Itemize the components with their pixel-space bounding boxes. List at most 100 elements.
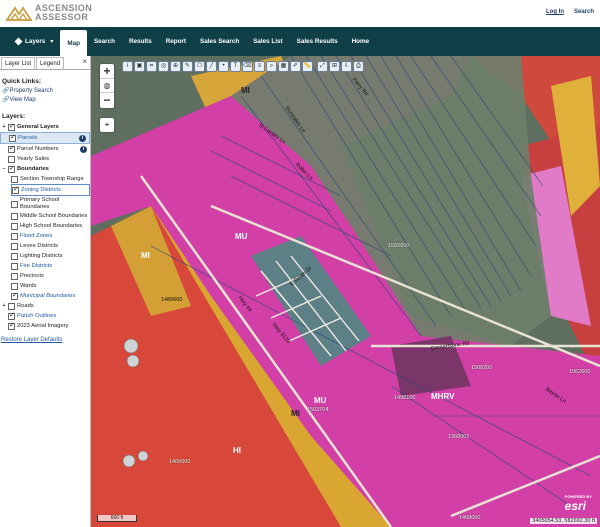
layer-yearly-sales[interactable]: Yearly Sales [0, 154, 90, 164]
nav-sales-list[interactable]: Sales List [246, 27, 289, 56]
nav-sales-search[interactable]: Sales Search [193, 27, 246, 56]
nav-layers[interactable]: Layers ▾ [8, 27, 60, 56]
globe-icon[interactable]: ◍ [100, 79, 114, 93]
layer-parcel-numbers[interactable]: Parcel Numbers i [0, 144, 90, 154]
layer-checkbox[interactable] [8, 164, 15, 174]
edit-icon[interactable]: ✐ [290, 61, 301, 72]
layer-label: Primary School Boundaries [20, 197, 60, 210]
measure-icon[interactable]: ⌗ [146, 61, 157, 72]
eraser-icon[interactable]: ⌫ [242, 61, 253, 72]
parcel-number: 1489600 [161, 297, 183, 303]
layer-checkbox[interactable] [8, 122, 15, 132]
layer-checkbox[interactable] [8, 321, 15, 331]
layer-wards[interactable]: Wards [11, 281, 90, 291]
expand-icon[interactable]: + [0, 301, 8, 311]
grid-icon[interactable]: ⊞ [329, 61, 340, 72]
layer-high-school[interactable]: High School Boundaries [11, 221, 90, 231]
identify-icon[interactable]: i [122, 61, 133, 72]
layer-primary-school[interactable]: Primary School Boundaries [11, 196, 90, 212]
nav-home[interactable]: Home [345, 27, 377, 56]
layer-checkbox[interactable] [8, 311, 15, 321]
collapse-icon[interactable]: − [0, 164, 8, 174]
export-icon[interactable]: ⇩ [341, 61, 352, 72]
fullscreen-icon[interactable]: ⤢ [317, 61, 328, 72]
top-header: ASCENSION ASSESSOR Log In Search [0, 0, 600, 27]
layer-section-township-range[interactable]: Section Township Range [11, 174, 90, 184]
tab-layer-list[interactable]: Layer List [1, 57, 36, 69]
layer-flood-zones[interactable]: Flood Zones [11, 231, 90, 241]
zoom-box-icon[interactable]: ⊕ [170, 61, 181, 72]
search-map-icon[interactable]: ⌕ [266, 61, 277, 72]
nav-sales-results[interactable]: Sales Results [290, 27, 345, 56]
layer-label: Levee Districts [20, 243, 59, 249]
buffer-icon[interactable]: ◎ [158, 61, 169, 72]
quick-link-view-map[interactable]: 🔗View Map [2, 96, 90, 105]
layer-zoning-districts[interactable]: Zoning Districts [11, 184, 90, 196]
layer-checkbox[interactable] [11, 282, 18, 290]
nav-results[interactable]: Results [122, 27, 159, 56]
text-icon[interactable]: T [230, 61, 241, 72]
layer-checkbox[interactable] [11, 262, 18, 270]
parcel-number: 1582600 [388, 243, 410, 249]
layer-checkbox[interactable] [11, 213, 18, 220]
point-icon[interactable]: • [218, 61, 229, 72]
site-logo[interactable]: ASCENSION ASSESSOR [5, 3, 92, 23]
layer-checkbox[interactable] [11, 232, 18, 240]
map-view[interactable]: MI MI MU MU MI HI MHRV 1582600 1489600 1… [91, 56, 600, 527]
layer-panel: Layer List Legend × Quick Links: 🔗Proper… [0, 56, 91, 527]
layer-aerial-2023[interactable]: 2023 Aerial Imagery [0, 321, 90, 331]
polygon-icon[interactable]: ⬠ [194, 61, 205, 72]
zone-label-mhrv: MHRV [431, 392, 455, 401]
layer-checkbox[interactable] [11, 242, 18, 250]
pencil-icon[interactable]: ✎ [182, 61, 193, 72]
zoom-in-button[interactable]: + [100, 64, 114, 79]
layers-icon[interactable]: ≡ [254, 61, 265, 72]
info-icon[interactable]: i [80, 145, 87, 153]
nav-search[interactable]: Search [87, 27, 122, 56]
layer-municipal-boundaries[interactable]: Municipal Boundaries [11, 291, 90, 301]
layer-checkbox[interactable] [11, 175, 18, 183]
layer-levee-districts[interactable]: Levee Districts [11, 241, 90, 251]
ruler-icon[interactable]: 📏 [302, 61, 313, 72]
nav-report[interactable]: Report [159, 27, 193, 56]
layer-boundaries[interactable]: − Boundaries [0, 164, 90, 174]
quick-link-property-search[interactable]: 🔗Property Search [2, 87, 90, 96]
layer-lighting-districts[interactable]: Lighting Districts [11, 251, 90, 261]
layer-parish-outlines[interactable]: Parish Outlines [0, 311, 90, 321]
layer-checkbox[interactable] [8, 302, 15, 310]
expand-icon[interactable]: + [0, 122, 8, 132]
layer-checkbox[interactable] [12, 185, 19, 195]
layer-precincts[interactable]: Precincts [11, 271, 90, 281]
line-icon[interactable]: ╱ [206, 61, 217, 72]
highlight-icon[interactable]: ▦ [278, 61, 289, 72]
layer-roads[interactable]: + Roads [0, 301, 90, 311]
layer-checkbox[interactable] [11, 252, 18, 260]
info-icon[interactable]: i [79, 134, 86, 142]
layer-checkbox[interactable] [11, 272, 18, 280]
close-icon[interactable]: × [79, 56, 90, 69]
layer-checkbox[interactable] [8, 144, 15, 154]
layer-checkbox[interactable] [11, 200, 18, 208]
login-link[interactable]: Log In [546, 9, 564, 15]
layer-general-layers[interactable]: + General Layers [0, 122, 90, 132]
select-icon[interactable]: ▣ [134, 61, 145, 72]
layer-checkbox[interactable] [11, 291, 18, 301]
layer-label: Zoning Districts [21, 187, 61, 193]
layer-checkbox[interactable] [8, 155, 15, 163]
layer-middle-school[interactable]: Middle School Boundaries [11, 212, 90, 221]
map-canvas[interactable] [91, 56, 600, 527]
layer-fire-districts[interactable]: Fire Districts [11, 261, 90, 271]
layers-title: Layers: [2, 113, 26, 120]
layer-parcels[interactable]: Parcels i [0, 132, 90, 144]
layer-checkbox[interactable] [9, 133, 16, 143]
print-icon[interactable]: ⎙ [353, 61, 364, 72]
search-link[interactable]: Search [574, 9, 594, 15]
nav-map[interactable]: Map [60, 30, 87, 56]
zoom-out-button[interactable]: − [100, 93, 114, 108]
restore-layer-defaults-link[interactable]: Restore Layer Defaults [1, 337, 90, 343]
locate-icon[interactable]: ⌖ [100, 118, 114, 132]
tab-legend[interactable]: Legend [36, 57, 65, 69]
zone-label-mi: MI [241, 86, 250, 95]
layer-checkbox[interactable] [11, 222, 18, 230]
layers-icon [14, 37, 23, 46]
